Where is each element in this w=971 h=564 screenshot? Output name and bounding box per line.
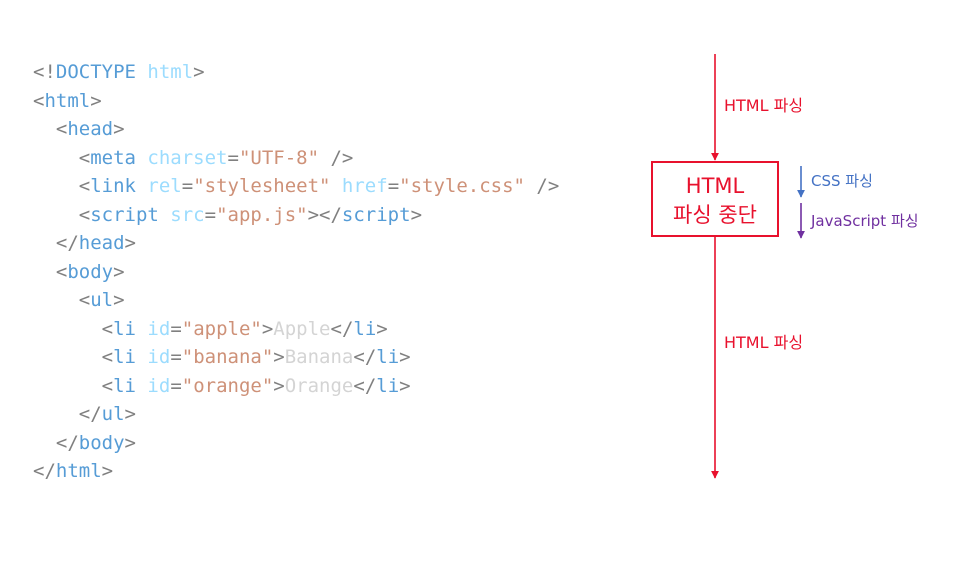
html-parse-label-top: HTML 파싱 [724, 96, 803, 115]
parsing-diagram: HTML 파싱 HTML 파싱 중단 CSS 파싱 JavaScript 파싱 … [651, 54, 919, 479]
css-parse-label: CSS 파싱 [811, 172, 873, 190]
parsing-stop-label-line1: HTML [686, 174, 745, 198]
html-parse-label-bottom: HTML 파싱 [724, 333, 803, 352]
js-parse-label: JavaScript 파싱 [810, 212, 919, 230]
parsing-stop-label-line2: 파싱 중단 [673, 203, 757, 227]
